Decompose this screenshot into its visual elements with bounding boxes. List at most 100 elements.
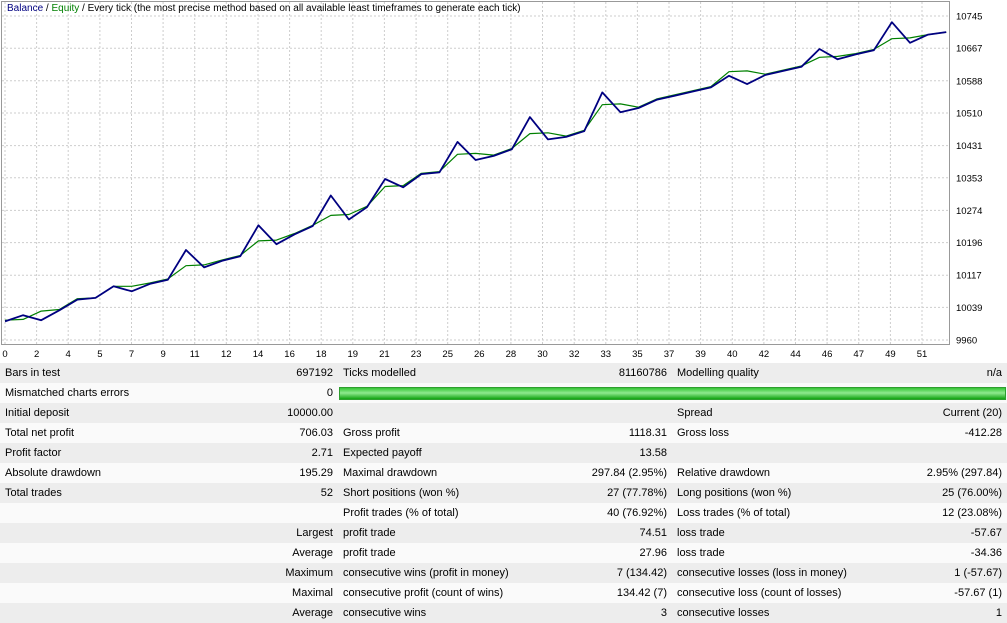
svg-text:2: 2 [34, 349, 39, 360]
stat-label: Spread [677, 407, 713, 419]
x-axis-labels: 0 2 4 5 7 9 11 12 14 16 18 19 21 23 25 26 28 30 32 33 35 37 39… [2, 349, 927, 360]
stat-value: 1 [995, 607, 1002, 619]
svg-text:12: 12 [221, 349, 232, 360]
svg-text:14: 14 [253, 349, 264, 360]
stat-label: consecutive losses [677, 607, 770, 619]
stat-label: Long positions (won %) [677, 487, 792, 499]
chart-canvas: 10745 10667 10588 10510 10431 10353 10274 10196… [1, 1, 982, 360]
chart-legend: Balance / Equity / Every tick (the most … [7, 3, 521, 14]
stat-value: Current (20) [942, 407, 1002, 419]
stat-value: 697192 [296, 367, 333, 379]
svg-text:32: 32 [569, 349, 580, 360]
stat-value: 3 [660, 607, 667, 619]
svg-text:11: 11 [190, 349, 200, 360]
svg-text:9960: 9960 [956, 336, 977, 347]
svg-text:30: 30 [537, 349, 548, 360]
svg-text:10667: 10667 [956, 44, 982, 55]
stat-value: 12 (23.08%) [942, 507, 1002, 519]
svg-text:25: 25 [442, 349, 453, 360]
stat-value: 40 (76.92%) [607, 507, 667, 519]
stat-value: Largest [296, 527, 333, 539]
svg-text:18: 18 [316, 349, 327, 360]
legend-balance-label: Balance [7, 3, 44, 14]
table-row: Total trades 52 Short positions (won %) 27 … [0, 483, 1007, 503]
table-row: Bars in test 697192 Ticks modelled 81160786… [0, 363, 1007, 383]
svg-text:46: 46 [822, 349, 833, 360]
results-table: Bars in test 697192 Ticks modelled 81160786… [0, 363, 1007, 623]
stat-value: -57.67 (1) [954, 587, 1002, 599]
table-row: Average profit trade 27.96 loss trade -34.36 [0, 543, 1007, 563]
stat-value: 706.03 [299, 427, 333, 439]
stat-label: consecutive profit (count of wins) [343, 587, 504, 599]
svg-text:44: 44 [790, 349, 801, 360]
svg-text:4: 4 [66, 349, 71, 360]
stat-value: 27 (77.78%) [607, 487, 667, 499]
stat-value: 27.96 [639, 547, 667, 559]
table-row: Largest profit trade 74.51 loss trade -57.67 [0, 523, 1007, 543]
stat-value: -57.67 [970, 527, 1002, 539]
table-row: Maximal consecutive profit (count of wins… [0, 583, 1007, 603]
balance-equity-chart: Balance / Equity / Every tick (the most … [0, 0, 1007, 363]
stat-label: Total trades [5, 487, 62, 499]
stat-value: Maximal [292, 587, 333, 599]
svg-text:7: 7 [129, 349, 134, 360]
svg-text:37: 37 [664, 349, 675, 360]
svg-text:10039: 10039 [956, 303, 982, 314]
table-row: Absolute drawdown 195.29 Maximal drawdown 2… [0, 463, 1007, 483]
stat-label: Gross loss [677, 427, 729, 439]
svg-text:26: 26 [474, 349, 485, 360]
svg-text:10431: 10431 [956, 141, 982, 152]
svg-text:42: 42 [759, 349, 770, 360]
svg-text:33: 33 [601, 349, 612, 360]
table-row: Profit factor 2.71 Expected payoff 13.58 [0, 443, 1007, 463]
svg-text:35: 35 [632, 349, 643, 360]
legend-method-label: Every tick (the most precise method base… [87, 3, 521, 14]
svg-text:51: 51 [917, 349, 928, 360]
legend-separator: / [79, 3, 88, 14]
stat-value: 10000.00 [287, 407, 333, 419]
stat-label: consecutive loss (count of losses) [677, 587, 842, 599]
svg-text:47: 47 [853, 349, 864, 360]
svg-text:16: 16 [284, 349, 295, 360]
stat-label: Mismatched charts errors [5, 387, 130, 399]
stat-label: Profit factor [5, 447, 62, 459]
table-row: Initial deposit 10000.00 Spread Current (20… [0, 403, 1007, 423]
plot-border [1, 1, 950, 345]
table-row: Maximum consecutive wins (profit in money… [0, 563, 1007, 583]
svg-text:10117: 10117 [956, 271, 982, 282]
svg-text:21: 21 [379, 349, 390, 360]
stat-value: 0 [326, 387, 333, 399]
svg-text:10588: 10588 [956, 76, 982, 87]
strategy-tester-report: Balance / Equity / Every tick (the most … [0, 0, 1007, 623]
stat-value: 2.71 [311, 447, 333, 459]
stat-label: Gross profit [343, 427, 400, 439]
stat-value: 13.58 [639, 447, 667, 459]
stat-value: 2.95% (297.84) [926, 467, 1002, 479]
stat-value: 1118.31 [628, 427, 667, 439]
svg-text:0: 0 [2, 349, 7, 360]
stat-label: profit trade [343, 527, 396, 539]
stat-value: Maximum [285, 567, 333, 579]
stat-label: Ticks modelled [343, 367, 416, 379]
quality-bar-fill [339, 386, 1006, 400]
svg-text:10274: 10274 [956, 206, 982, 217]
stat-value: n/a [986, 367, 1002, 379]
stat-value: 81160786 [618, 367, 667, 379]
stat-label: Expected payoff [343, 447, 422, 459]
stat-label: profit trade [343, 547, 396, 559]
stat-label: Loss trades (% of total) [677, 507, 791, 519]
stat-label: Maximal drawdown [343, 467, 438, 479]
stat-label: Total net profit [5, 427, 75, 439]
svg-text:10353: 10353 [956, 173, 982, 184]
svg-text:23: 23 [411, 349, 422, 360]
svg-text:10745: 10745 [956, 12, 982, 23]
stat-label: Relative drawdown [677, 467, 770, 479]
stat-value: 52 [320, 487, 333, 499]
stat-value: 297.84 (2.95%) [591, 467, 667, 479]
stat-label: Bars in test [5, 367, 61, 379]
svg-text:49: 49 [885, 349, 896, 360]
stat-label: loss trade [677, 547, 725, 559]
stat-label: loss trade [677, 527, 725, 539]
svg-text:40: 40 [727, 349, 738, 360]
svg-text:10510: 10510 [956, 109, 982, 120]
